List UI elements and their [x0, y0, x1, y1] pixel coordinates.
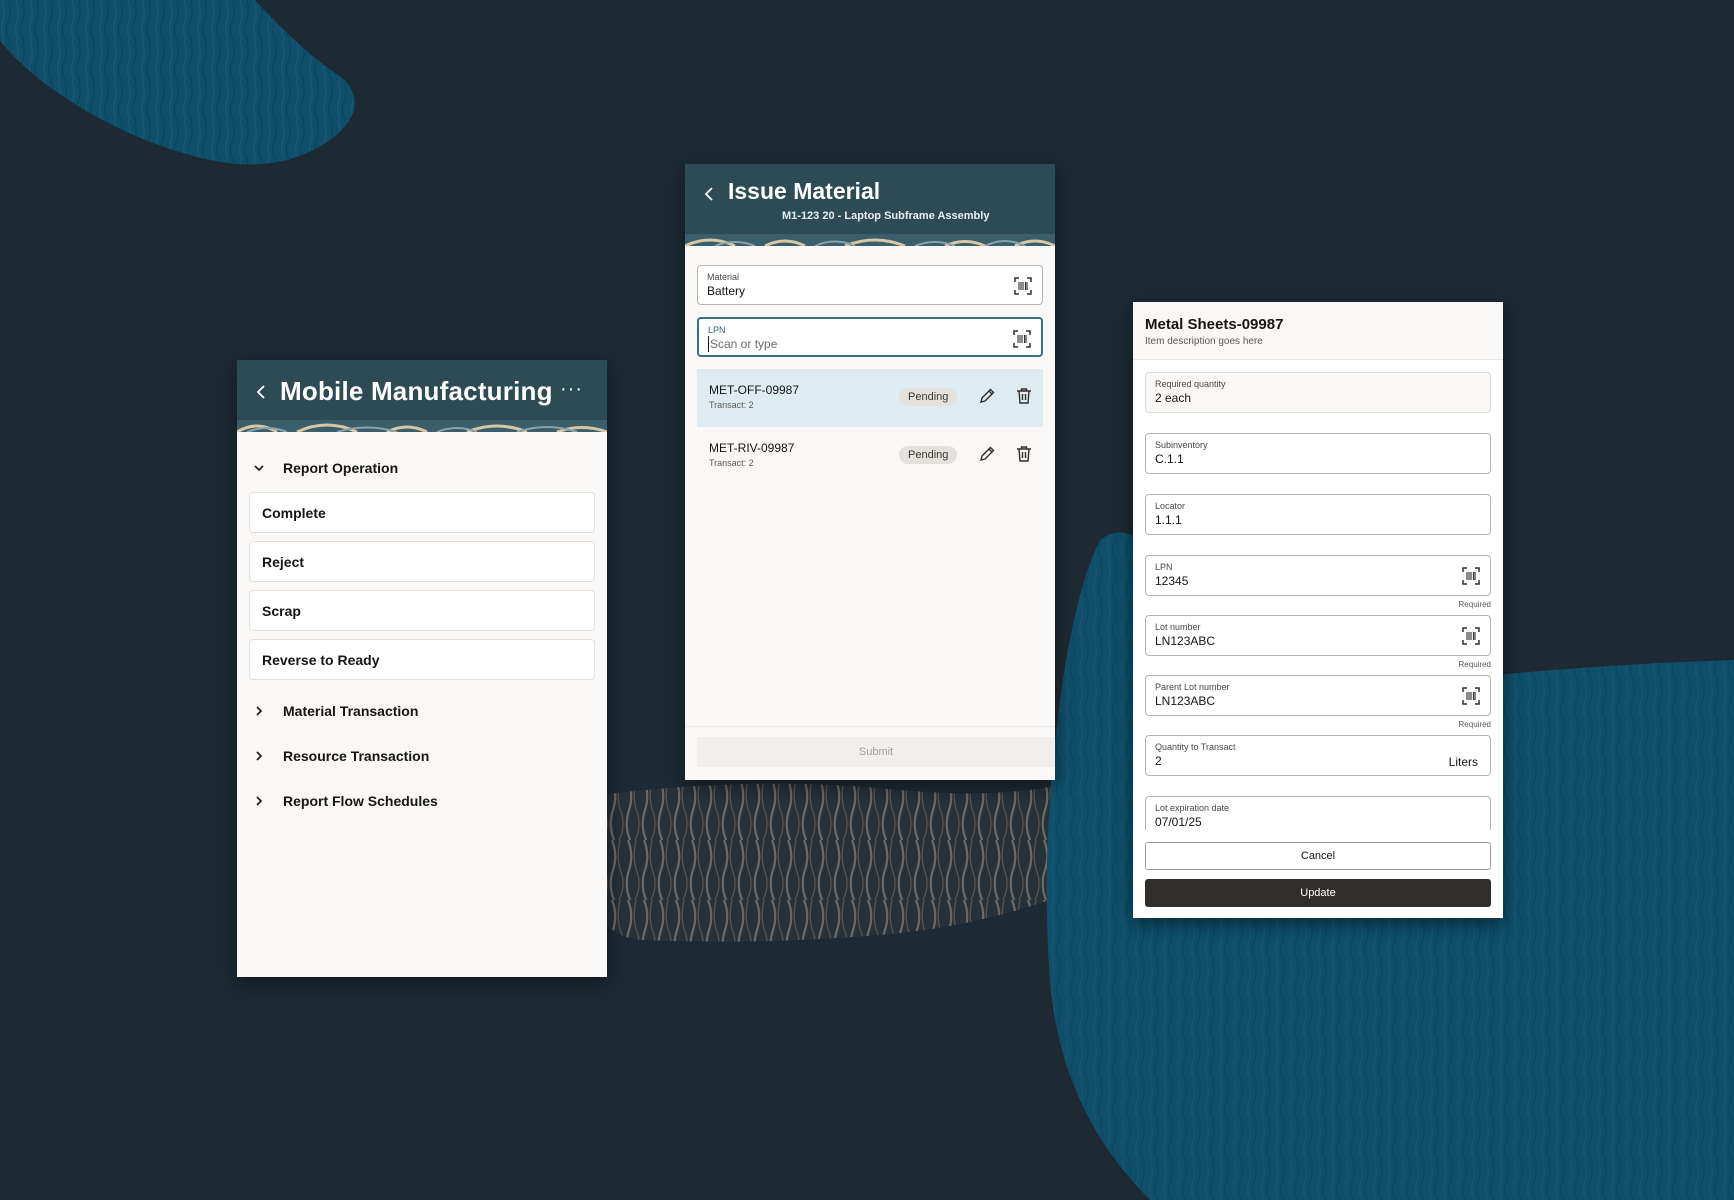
- field-value: 2 each: [1155, 391, 1192, 405]
- item-detail-screen: Metal Sheets-09987 Item description goes…: [1133, 302, 1503, 918]
- list-item[interactable]: MET-RIV-09987 Transact: 2 Pending: [697, 427, 1043, 485]
- field-value: C.1.1: [1155, 452, 1184, 466]
- required-hint: Required: [1458, 660, 1491, 669]
- trash-icon[interactable]: [1015, 387, 1033, 405]
- field-label: Subinventory: [1155, 440, 1208, 450]
- lpn-input-placeholder[interactable]: Scan or type: [708, 336, 1031, 352]
- header-pattern: [685, 234, 1055, 246]
- parent-lot-number-field[interactable]: Parent Lot number LN123ABC: [1145, 675, 1491, 716]
- field-label: Parent Lot number: [1155, 682, 1230, 692]
- chevron-right-icon: [253, 795, 271, 807]
- field-value: LN123ABC: [1155, 694, 1216, 708]
- header-pattern: [237, 420, 607, 432]
- update-button[interactable]: Update: [1145, 879, 1491, 907]
- mobile-manufacturing-screen: Mobile Manufacturing ··· Report Operatio…: [237, 360, 607, 977]
- material-list: MET-OFF-09987 Transact: 2 Pending MET-RI…: [697, 369, 1043, 485]
- barcode-scan-icon[interactable]: [1462, 567, 1480, 585]
- trash-icon[interactable]: [1015, 445, 1033, 463]
- field-label: Quantity to Transact: [1155, 742, 1236, 752]
- list-item[interactable]: MET-OFF-09987 Transact: 2 Pending: [697, 369, 1043, 427]
- barcode-scan-icon[interactable]: [1462, 627, 1480, 645]
- chevron-left-icon[interactable]: [255, 382, 267, 402]
- required-hint: Required: [1458, 720, 1491, 729]
- section-label: Report Operation: [283, 460, 399, 476]
- op-complete[interactable]: Complete: [249, 492, 595, 533]
- field-label: LPN: [1155, 562, 1173, 572]
- status-badge: Pending: [899, 388, 958, 406]
- status-badge: Pending: [899, 446, 958, 464]
- section-label: Material Transaction: [283, 702, 419, 719]
- field-label: Required quantity: [1155, 379, 1226, 389]
- more-options-icon[interactable]: ···: [560, 378, 583, 401]
- section-report-operation[interactable]: Report Operation: [237, 448, 607, 488]
- lot-number-field[interactable]: Lot number LN123ABC: [1145, 615, 1491, 656]
- detail-form[interactable]: Required quantity 2 each Subinventory C.…: [1145, 372, 1491, 830]
- chevron-right-icon: [253, 750, 271, 762]
- field-value: LN123ABC: [1155, 634, 1216, 648]
- submit-button[interactable]: Submit: [697, 737, 1055, 767]
- issue-material-screen: Issue Material M1-123 20 - Laptop Subfra…: [685, 164, 1055, 780]
- op-reject[interactable]: Reject: [249, 541, 595, 582]
- field-label: Lot number: [1155, 622, 1201, 632]
- subinventory-field[interactable]: Subinventory C.1.1: [1145, 433, 1491, 474]
- field-value: 1.1.1: [1155, 513, 1182, 527]
- chevron-down-icon: [253, 462, 271, 474]
- footer-bar: Submit: [685, 726, 1055, 780]
- barcode-scan-icon[interactable]: [1014, 277, 1032, 295]
- section-label: Resource Transaction: [283, 747, 430, 764]
- page-title: Mobile Manufacturing: [280, 376, 553, 406]
- required-quantity-field: Required quantity 2 each: [1145, 372, 1491, 413]
- detail-header: Metal Sheets-09987 Item description goes…: [1133, 302, 1503, 360]
- section-label: Report Flow Schedules: [283, 792, 438, 809]
- chevron-left-icon[interactable]: [703, 184, 715, 204]
- field-value: 12345: [1155, 574, 1189, 588]
- pencil-icon[interactable]: [978, 387, 996, 405]
- field-label: Material: [707, 272, 740, 282]
- page-subtitle: M1-123 20 - Laptop Subframe Assembly: [782, 210, 990, 222]
- app-header: Mobile Manufacturing ···: [237, 360, 607, 432]
- field-value: 07/01/25: [1155, 815, 1202, 829]
- operation-list: Complete Reject Scrap Reverse to Ready: [237, 488, 607, 680]
- lpn-field[interactable]: LPN 12345: [1145, 555, 1491, 596]
- op-scrap[interactable]: Scrap: [249, 590, 595, 631]
- quantity-to-transact-field[interactable]: Quantity to Transact 2 Liters: [1145, 735, 1491, 776]
- item-title: Metal Sheets-09987: [1145, 316, 1284, 333]
- barcode-scan-icon[interactable]: [1013, 330, 1031, 348]
- field-value: Battery: [707, 284, 746, 298]
- field-label: Lot expiration date: [1155, 803, 1230, 813]
- barcode-scan-icon[interactable]: [1462, 687, 1480, 705]
- locator-field[interactable]: Locator 1.1.1: [1145, 494, 1491, 535]
- material-field[interactable]: Material Battery: [697, 265, 1043, 305]
- chevron-right-icon: [253, 705, 271, 717]
- pencil-icon[interactable]: [978, 445, 996, 463]
- lpn-field[interactable]: LPN Scan or type: [697, 317, 1043, 357]
- section-report-flow-schedules[interactable]: Report Flow Schedules: [237, 778, 607, 823]
- issue-header: Issue Material M1-123 20 - Laptop Subfra…: [685, 164, 1055, 246]
- unit-label: Liters: [1448, 755, 1478, 769]
- field-label: Locator: [1155, 501, 1186, 511]
- op-reverse-to-ready[interactable]: Reverse to Ready: [249, 639, 595, 680]
- cancel-button[interactable]: Cancel: [1145, 842, 1491, 870]
- field-value: 2: [1155, 754, 1162, 768]
- action-bar: Cancel Update: [1145, 842, 1491, 907]
- lot-expiration-date-field[interactable]: Lot expiration date 07/01/25: [1145, 796, 1491, 830]
- page-title: Issue Material: [728, 178, 881, 204]
- item-description: Item description goes here: [1145, 336, 1263, 347]
- required-hint: Required: [1458, 600, 1491, 609]
- section-resource-transaction[interactable]: Resource Transaction: [237, 733, 607, 778]
- field-label: LPN: [708, 325, 726, 335]
- section-material-transaction[interactable]: Material Transaction: [237, 688, 607, 733]
